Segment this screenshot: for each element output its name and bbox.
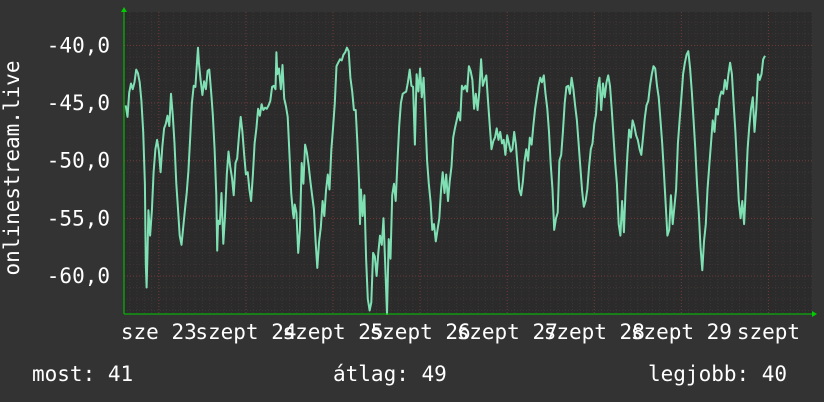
stat-average: átlag: 49: [333, 362, 447, 386]
y-tick-label: -50,0: [47, 149, 110, 173]
y-axis-ticks: -40,0 -45,0 -50,0 -55,0 -60,0: [47, 33, 110, 288]
y-tick-label: -45,0: [47, 91, 110, 115]
x-tick-label: szept 28: [544, 320, 645, 344]
x-tick-label: szept 26: [370, 320, 471, 344]
y-tick-label: -55,0: [47, 206, 110, 230]
x-tick-label: szept 24: [195, 320, 296, 344]
y-axis-label: onlinestream.live: [0, 61, 24, 276]
x-tick-label: szept 27: [457, 320, 558, 344]
x-tick-label: szept: [737, 320, 800, 344]
y-axis-arrow: [121, 7, 127, 12]
x-tick-label: szept 29: [631, 320, 732, 344]
x-axis-arrow: [812, 311, 817, 317]
y-tick-label: -40,0: [47, 33, 110, 57]
stat-now: most: 41: [32, 362, 134, 386]
line-chart: -40,0 -45,0 -50,0 -55,0 -60,0 sze 23szept 24…: [0, 7, 817, 344]
x-tick-label: sze 23: [121, 320, 197, 344]
x-tick-label: szept 25: [282, 320, 383, 344]
x-axis-ticks: sze 23szept 24szept 25szept 26szept 27sz…: [121, 320, 800, 344]
y-tick-label: -60,0: [47, 264, 110, 288]
stat-best: legjobb: 40: [648, 362, 788, 386]
